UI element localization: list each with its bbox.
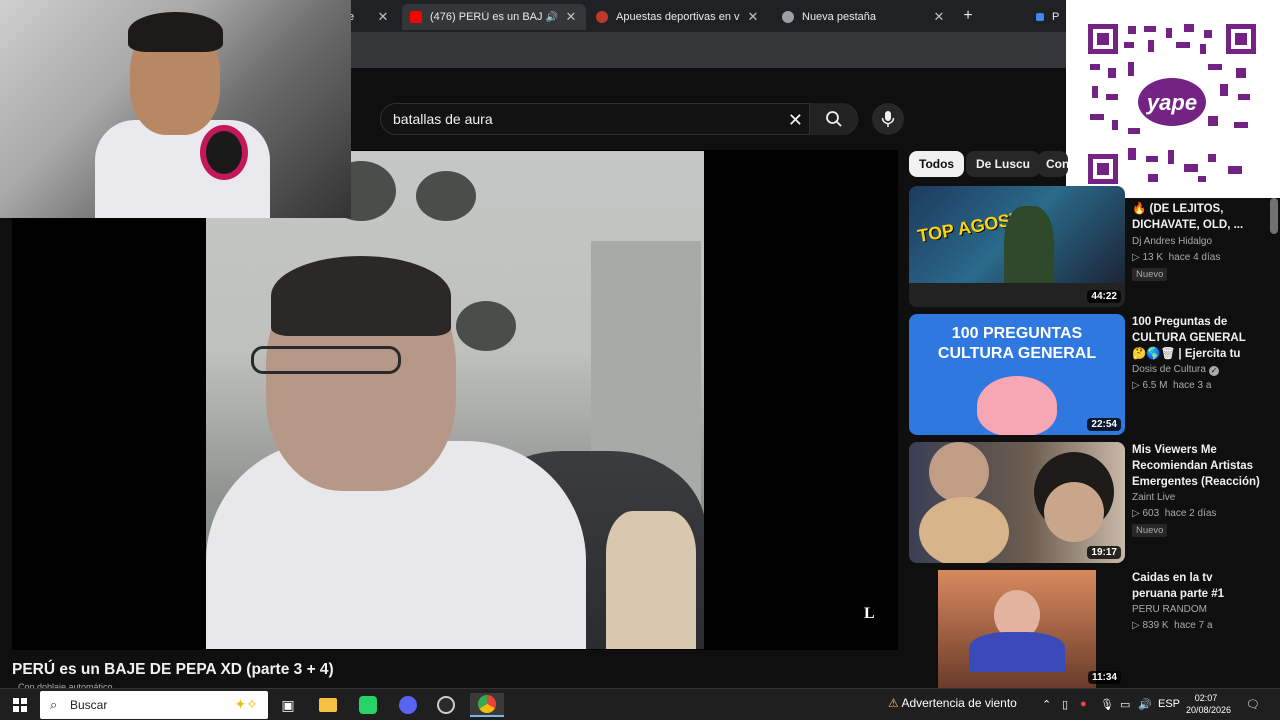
sidebar-scrollbar[interactable] (1270, 198, 1278, 234)
weather-widget[interactable]: ⚠ Advertencia de viento (888, 696, 1017, 710)
palm-tree (416, 171, 476, 221)
recommendation-item[interactable]: 11:34 Caidas en la tv peruana parte #1 P… (909, 570, 1269, 688)
close-tab-icon[interactable]: ✕ (376, 9, 390, 25)
channel-name[interactable]: Dosis de Cultura ✓ (1132, 364, 1219, 376)
search-icon: ⌕ (50, 697, 58, 712)
tab-new[interactable]: Nueva pestaña ✕ (774, 4, 954, 30)
recommendation-item[interactable]: TOP AGOSTO 44:22 🔥 (DE LEJITOS, DICHAVAT… (909, 186, 1269, 310)
obs-icon[interactable] (434, 693, 458, 717)
chip-de-luscu[interactable]: De Luscu (966, 151, 1041, 177)
speaker-icon[interactable]: 🔊 (546, 12, 558, 23)
network-icon[interactable]: ▭ (1120, 698, 1130, 711)
video-frame (206, 151, 704, 649)
tab-extra[interactable]: Pre (1028, 4, 1068, 30)
video-thumbnail[interactable]: 11:34 (909, 570, 1125, 688)
file-explorer-icon[interactable] (316, 693, 340, 717)
recommendation-item[interactable]: 100 PREGUNTAS CULTURA GENERAL 22:54 100 … (909, 314, 1269, 438)
close-tab-icon[interactable]: ✕ (564, 9, 578, 25)
streamer-hair (128, 12, 223, 52)
clear-search-icon[interactable]: ✕ (788, 110, 803, 131)
yape-logo: yape (1146, 90, 1197, 115)
brain-illustration (977, 376, 1057, 435)
youtube-icon (410, 11, 422, 23)
glasses (251, 346, 401, 374)
video-thumbnail[interactable]: 100 PREGUNTAS CULTURA GENERAL 22:54 (909, 314, 1125, 435)
language-indicator[interactable]: ESP (1158, 698, 1180, 710)
person-face (1044, 482, 1104, 542)
channel-name[interactable]: Zaint Live (1132, 492, 1175, 503)
search-box[interactable]: batallas de aura ✕ (380, 103, 858, 135)
tab-youtube[interactable]: (476) PERÚ es un BAJE DE 🔊 ✕ (402, 4, 586, 30)
person-face (929, 442, 989, 502)
video-meta: ▷ 13 K hace 4 días (1132, 252, 1221, 263)
person-face (919, 497, 1009, 563)
new-badge: Nuevo (1132, 268, 1168, 281)
search-icon (825, 111, 842, 127)
chrome-taskbar-icon[interactable] (470, 693, 504, 717)
presenter-body (969, 632, 1065, 672)
recommendation-title[interactable]: Mis Viewers Me Recomiendan Artistas Emer… (1132, 442, 1260, 490)
clock[interactable]: 02:07 20/08/2026 (1186, 692, 1231, 716)
video-meta: ▷ 839 K hace 7 a (1132, 620, 1213, 631)
watermark-letter: L (864, 605, 875, 622)
voice-search-button[interactable] (872, 103, 904, 135)
new-badge: Nuevo (1132, 524, 1168, 537)
whatsapp-icon[interactable] (356, 693, 380, 717)
verified-icon: ✓ (1208, 366, 1219, 376)
windows-start-button[interactable] (8, 693, 32, 717)
close-tab-icon[interactable]: ✕ (746, 9, 760, 25)
video-duration: 44:22 (1087, 290, 1121, 303)
task-view-icon[interactable]: ▣ (276, 693, 300, 717)
tab-apuestas[interactable]: Apuestas deportivas en vivo | ✕ (588, 4, 768, 30)
recommendation-title[interactable]: Caidas en la tv peruana parte #1 (1132, 570, 1260, 602)
video-title: PERÚ es un BAJE DE PEPA XD (parte 3 + 4) (12, 661, 334, 678)
video-duration: 19:17 (1087, 546, 1121, 559)
qr-code-overlay: yape (1066, 0, 1280, 198)
video-duration: 11:34 (1087, 671, 1121, 684)
gemini-icon (1036, 13, 1044, 21)
recommendation-item[interactable]: 19:17 Mis Viewers Me Recomiendan Artista… (909, 442, 1269, 566)
thumbnail-text: 100 PREGUNTAS CULTURA GENERAL (937, 325, 1097, 362)
microphone-icon[interactable]: 🎙 (1100, 698, 1114, 711)
sparkle-icon: ✦✧ (234, 696, 258, 712)
video-duration: 22:54 (1087, 418, 1121, 431)
search-button[interactable] (809, 103, 857, 135)
video-thumbnail[interactable]: TOP AGOSTO 44:22 (909, 186, 1125, 307)
volume-icon[interactable]: 🔊 (1138, 698, 1152, 711)
channel-name[interactable]: Dj Andres Hidalgo (1132, 236, 1212, 247)
video-player[interactable]: L (12, 150, 898, 650)
recommendation-title[interactable]: 100 Preguntas de CULTURA GENERAL 🤔🌎🗑 | E… (1132, 314, 1260, 362)
woman-figure (606, 511, 696, 649)
qr-code: yape (1088, 24, 1256, 184)
new-tab-button[interactable]: + (958, 6, 978, 26)
tray-icon[interactable]: ▯ (1062, 698, 1068, 711)
chrome-icon (782, 11, 794, 23)
taskbar-search[interactable]: ⌕ Buscar ✦✧ (40, 691, 268, 719)
warning-icon: ⚠ (888, 696, 899, 710)
chip-con[interactable]: Con (1038, 151, 1068, 177)
notifications-icon[interactable]: 🗨 (1246, 698, 1260, 711)
video-meta: ▷ 603 hace 2 días (1132, 508, 1217, 519)
chevron-up-icon[interactable]: ⌃ (1042, 698, 1051, 711)
video-thumbnail[interactable]: 19:17 (909, 442, 1125, 563)
video-meta: ▷ 6.5 M hace 3 a (1132, 380, 1212, 391)
close-tab-icon[interactable]: ✕ (932, 9, 946, 25)
recommendation-title[interactable]: 🔥 (DE LEJITOS, DICHAVATE, OLD, ... (1132, 201, 1260, 233)
man-hair (271, 256, 451, 336)
chip-todos[interactable]: Todos (909, 151, 965, 177)
headset (200, 125, 248, 180)
microphone-icon (881, 111, 895, 127)
palm-tree (456, 301, 516, 351)
search-input[interactable]: batallas de aura (393, 111, 493, 127)
channel-name[interactable]: PERU RANDOM (1132, 604, 1207, 615)
tray-icon[interactable]: ● (1080, 698, 1087, 710)
betting-site-icon (596, 11, 608, 23)
webcam-overlay (0, 0, 351, 218)
discord-icon[interactable] (396, 693, 420, 717)
windows-icon (13, 698, 27, 712)
windows-taskbar: ⌕ Buscar ✦✧ ▣ ⚠ Advertencia de viento ⌃ … (0, 688, 1280, 720)
